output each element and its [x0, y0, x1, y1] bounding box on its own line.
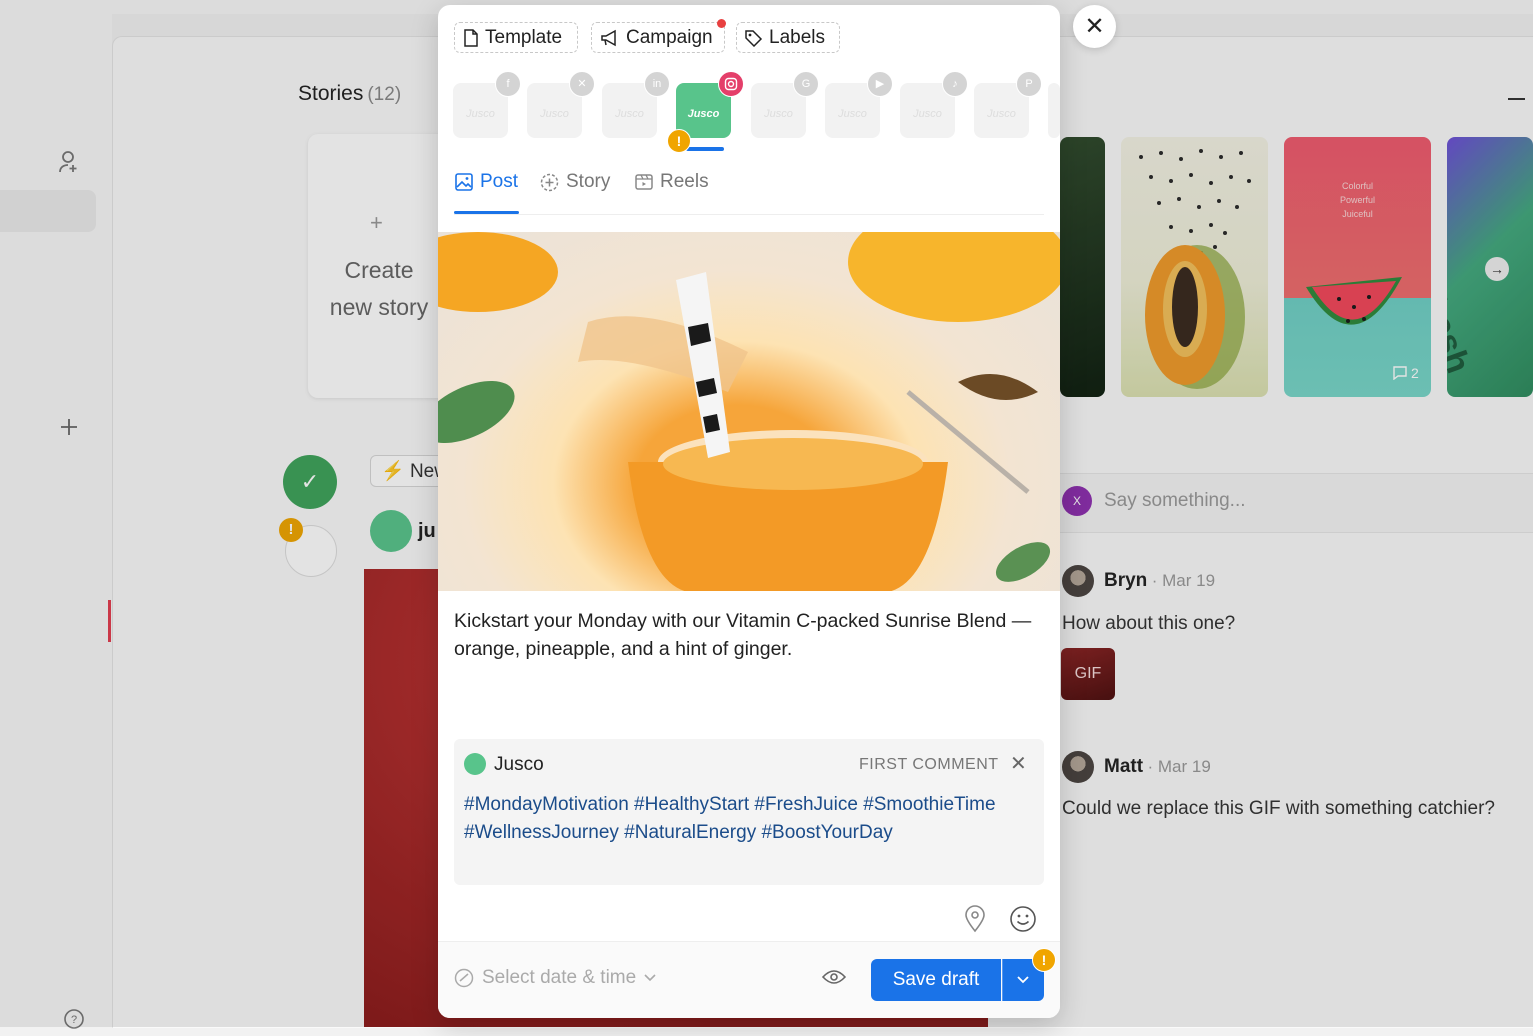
document-icon: [464, 28, 478, 47]
emoji-icon[interactable]: [1009, 905, 1037, 938]
image-icon: [455, 173, 473, 191]
tab-story-label: Story: [566, 171, 611, 192]
active-account-indicator: [686, 147, 724, 151]
reels-icon: [635, 174, 653, 190]
close-icon[interactable]: ✕: [1010, 751, 1027, 776]
tabs-divider: [454, 214, 1044, 215]
labels-label: Labels: [769, 27, 825, 48]
save-draft-button[interactable]: Save draft: [871, 959, 1001, 1001]
chevron-down-icon: [1017, 976, 1029, 984]
linkedin-icon: in: [644, 71, 670, 97]
date-time-placeholder: Select date & time: [482, 967, 637, 988]
post-media-image[interactable]: [438, 232, 1060, 591]
tab-story[interactable]: Story: [540, 171, 610, 193]
first-comment-label: FIRST COMMENT: [859, 756, 999, 773]
warning-icon: !: [1032, 948, 1056, 972]
warning-icon: !: [667, 129, 691, 153]
tab-reels[interactable]: Reels: [635, 171, 709, 193]
template-chip[interactable]: Template: [454, 22, 578, 53]
location-pin-icon[interactable]: [963, 905, 987, 938]
facebook-icon: f: [495, 71, 521, 97]
pinterest-icon: P: [1016, 71, 1042, 97]
first-comment-box[interactable]: Jusco FIRST COMMENT ✕ #MondayMotivation …: [454, 739, 1044, 885]
tag-icon: [745, 29, 763, 47]
notification-dot: [717, 19, 726, 28]
clock-icon: [454, 968, 474, 988]
labels-chip[interactable]: Labels: [736, 22, 840, 53]
tiktok-icon: ♪: [942, 71, 968, 97]
chevron-down-icon: [644, 974, 656, 982]
composer-modal: Template Campaign Labels Jusco f Jusco ✕…: [438, 5, 1060, 1018]
close-modal-button[interactable]: ✕: [1073, 5, 1116, 48]
caption-text[interactable]: Kickstart your Monday with our Vitamin C…: [454, 607, 1048, 663]
first-comment-text[interactable]: #MondayMotivation #HealthyStart #FreshJu…: [464, 791, 1034, 847]
account-more[interactable]: [1048, 83, 1060, 138]
tab-reels-label: Reels: [660, 171, 709, 192]
date-time-picker[interactable]: Select date & time: [454, 967, 656, 989]
x-icon: ✕: [569, 71, 595, 97]
preview-eye-icon[interactable]: [821, 969, 847, 990]
campaign-chip[interactable]: Campaign: [591, 22, 725, 53]
tab-post[interactable]: Post: [455, 171, 518, 193]
story-icon: [540, 173, 559, 191]
tab-post-label: Post: [480, 171, 519, 192]
google-icon: G: [793, 71, 819, 97]
instagram-icon: [718, 71, 744, 97]
template-label: Template: [485, 27, 563, 48]
megaphone-icon: [601, 29, 616, 46]
active-tab-indicator: [454, 211, 519, 214]
campaign-label: Campaign: [626, 27, 713, 48]
youtube-icon: ▶: [867, 71, 893, 97]
account-avatar: [464, 753, 486, 775]
first-comment-account: Jusco: [494, 754, 544, 775]
